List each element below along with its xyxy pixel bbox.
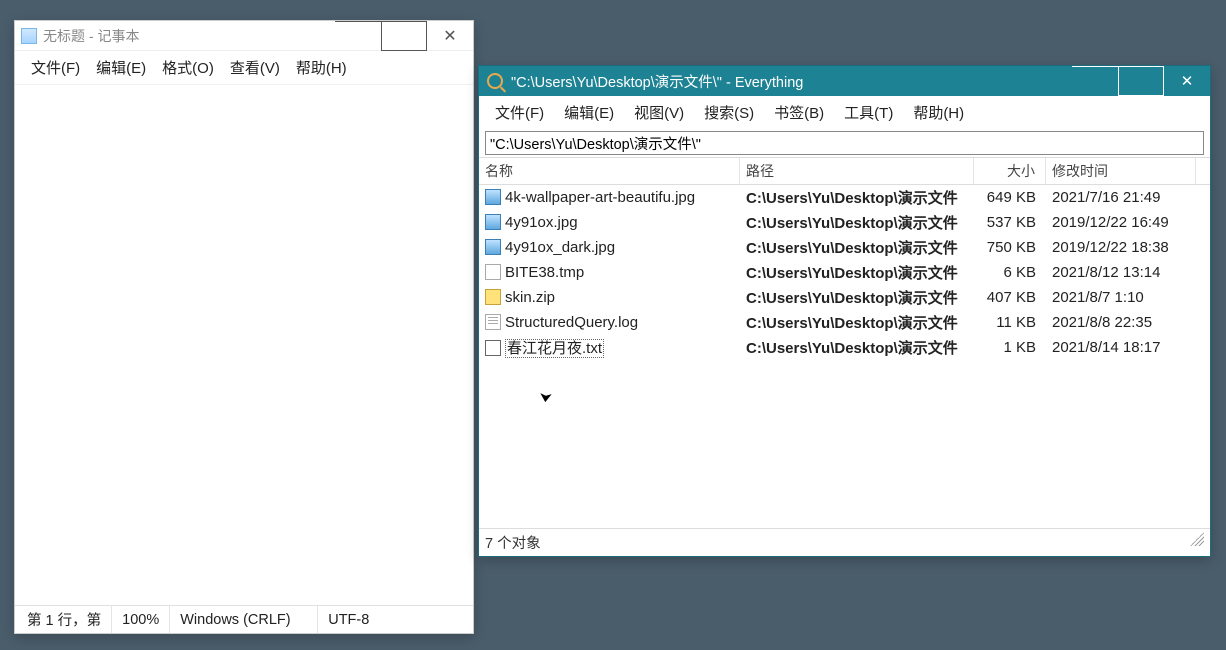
header-name[interactable]: 名称 bbox=[479, 158, 740, 184]
header-path[interactable]: 路径 bbox=[740, 158, 974, 184]
minimize-button[interactable] bbox=[335, 21, 381, 51]
menu-item[interactable]: 格式(O) bbox=[154, 55, 222, 80]
search-bar bbox=[485, 131, 1204, 155]
menu-item[interactable]: 文件(F) bbox=[485, 100, 554, 125]
file-size: 537 KB bbox=[974, 214, 1046, 231]
notepad-menu: 文件(F)编辑(E)格式(O)查看(V)帮助(H) bbox=[15, 51, 473, 85]
file-type-icon bbox=[485, 214, 501, 230]
search-input[interactable] bbox=[485, 131, 1204, 155]
maximize-button[interactable] bbox=[381, 21, 427, 51]
column-headers: 名称 路径 大小 修改时间 bbox=[479, 157, 1210, 185]
minimize-button[interactable] bbox=[1072, 66, 1118, 96]
file-date: 2021/7/16 21:49 bbox=[1046, 189, 1196, 206]
file-size: 1 KB bbox=[974, 339, 1046, 356]
table-row[interactable]: 4y91ox.jpg C:\Users\Yu\Desktop\演示文件537 KB… bbox=[479, 210, 1210, 235]
file-path: C:\Users\Yu\Desktop\演示文件 bbox=[740, 212, 974, 233]
file-name: StructuredQuery.log bbox=[505, 314, 638, 331]
resize-grip-icon[interactable] bbox=[1190, 532, 1204, 546]
notepad-textarea[interactable] bbox=[15, 85, 473, 605]
status-position: 第 1 行，第 bbox=[15, 606, 111, 633]
file-name: 4y91ox.jpg bbox=[505, 214, 578, 231]
file-size: 11 KB bbox=[974, 314, 1046, 331]
close-button[interactable]: ✕ bbox=[1164, 66, 1210, 96]
everything-titlebar[interactable]: "C:\Users\Yu\Desktop\演示文件\" - Everything… bbox=[479, 66, 1210, 96]
file-type-icon bbox=[485, 340, 501, 356]
everything-window: "C:\Users\Yu\Desktop\演示文件\" - Everything… bbox=[478, 65, 1211, 557]
window-controls: ✕ bbox=[1072, 66, 1210, 96]
everything-menu: 文件(F)编辑(E)视图(V)搜索(S)书签(B)工具(T)帮助(H) bbox=[479, 96, 1210, 129]
status-encoding: UTF-8 bbox=[317, 606, 379, 633]
notepad-window: 无标题 - 记事本 ✕ 文件(F)编辑(E)格式(O)查看(V)帮助(H) 第 … bbox=[14, 20, 474, 634]
status-count: 7 个对象 bbox=[485, 532, 541, 553]
file-date: 2021/8/8 22:35 bbox=[1046, 314, 1196, 331]
file-type-icon bbox=[485, 239, 501, 255]
file-type-icon bbox=[485, 189, 501, 205]
file-size: 750 KB bbox=[974, 239, 1046, 256]
status-eol: Windows (CRLF) bbox=[169, 606, 317, 633]
file-name: skin.zip bbox=[505, 289, 555, 306]
table-row[interactable]: 4y91ox_dark.jpg C:\Users\Yu\Desktop\演示文件7… bbox=[479, 235, 1210, 260]
window-controls: ✕ bbox=[335, 21, 473, 51]
notepad-icon bbox=[21, 28, 37, 44]
notepad-statusbar: 第 1 行，第 100% Windows (CRLF) UTF-8 bbox=[15, 605, 473, 633]
file-path: C:\Users\Yu\Desktop\演示文件 bbox=[740, 337, 974, 358]
header-date[interactable]: 修改时间 bbox=[1046, 158, 1196, 184]
menu-item[interactable]: 文件(F) bbox=[23, 55, 88, 80]
menu-item[interactable]: 工具(T) bbox=[834, 100, 903, 125]
file-type-icon bbox=[485, 264, 501, 280]
status-zoom: 100% bbox=[111, 606, 169, 633]
menu-item[interactable]: 查看(V) bbox=[222, 55, 288, 80]
file-name: 春江花月夜.txt bbox=[505, 339, 604, 358]
table-row[interactable]: 4k-wallpaper-art-beautifu.jpg C:\Users\Yu… bbox=[479, 185, 1210, 210]
everything-title: "C:\Users\Yu\Desktop\演示文件\" - Everything bbox=[511, 71, 803, 92]
everything-statusbar: 7 个对象 bbox=[479, 528, 1210, 556]
table-row[interactable]: 春江花月夜.txt C:\Users\Yu\Desktop\演示文件1 KB202… bbox=[479, 335, 1210, 360]
menu-item[interactable]: 视图(V) bbox=[624, 100, 694, 125]
file-date: 2019/12/22 18:38 bbox=[1046, 239, 1196, 256]
file-name: BITE38.tmp bbox=[505, 264, 584, 281]
file-date: 2021/8/7 1:10 bbox=[1046, 289, 1196, 306]
table-row[interactable]: skin.zip C:\Users\Yu\Desktop\演示文件407 KB20… bbox=[479, 285, 1210, 310]
menu-item[interactable]: 编辑(E) bbox=[88, 55, 154, 80]
file-type-icon bbox=[485, 314, 501, 330]
maximize-button[interactable] bbox=[1118, 66, 1164, 96]
header-size[interactable]: 大小 bbox=[974, 158, 1046, 184]
notepad-title: 无标题 - 记事本 bbox=[43, 26, 139, 46]
search-icon bbox=[487, 73, 503, 89]
table-row[interactable]: StructuredQuery.log C:\Users\Yu\Desktop\演… bbox=[479, 310, 1210, 335]
file-path: C:\Users\Yu\Desktop\演示文件 bbox=[740, 312, 974, 333]
file-date: 2021/8/14 18:17 bbox=[1046, 339, 1196, 356]
file-path: C:\Users\Yu\Desktop\演示文件 bbox=[740, 237, 974, 258]
file-size: 407 KB bbox=[974, 289, 1046, 306]
file-date: 2019/12/22 16:49 bbox=[1046, 214, 1196, 231]
file-size: 6 KB bbox=[974, 264, 1046, 281]
file-type-icon bbox=[485, 289, 501, 305]
menu-item[interactable]: 书签(B) bbox=[764, 100, 834, 125]
menu-item[interactable]: 编辑(E) bbox=[554, 100, 624, 125]
file-name: 4k-wallpaper-art-beautifu.jpg bbox=[505, 189, 695, 206]
menu-item[interactable]: 帮助(H) bbox=[903, 100, 974, 125]
notepad-titlebar[interactable]: 无标题 - 记事本 ✕ bbox=[15, 21, 473, 51]
close-button[interactable]: ✕ bbox=[427, 21, 473, 51]
file-date: 2021/8/12 13:14 bbox=[1046, 264, 1196, 281]
file-name: 4y91ox_dark.jpg bbox=[505, 239, 615, 256]
table-row[interactable]: BITE38.tmp C:\Users\Yu\Desktop\演示文件6 KB20… bbox=[479, 260, 1210, 285]
menu-item[interactable]: 帮助(H) bbox=[288, 55, 355, 80]
file-path: C:\Users\Yu\Desktop\演示文件 bbox=[740, 287, 974, 308]
file-path: C:\Users\Yu\Desktop\演示文件 bbox=[740, 262, 974, 283]
results-list: 4k-wallpaper-art-beautifu.jpg C:\Users\Yu… bbox=[479, 185, 1210, 528]
file-size: 649 KB bbox=[974, 189, 1046, 206]
menu-item[interactable]: 搜索(S) bbox=[694, 100, 764, 125]
file-path: C:\Users\Yu\Desktop\演示文件 bbox=[740, 187, 974, 208]
